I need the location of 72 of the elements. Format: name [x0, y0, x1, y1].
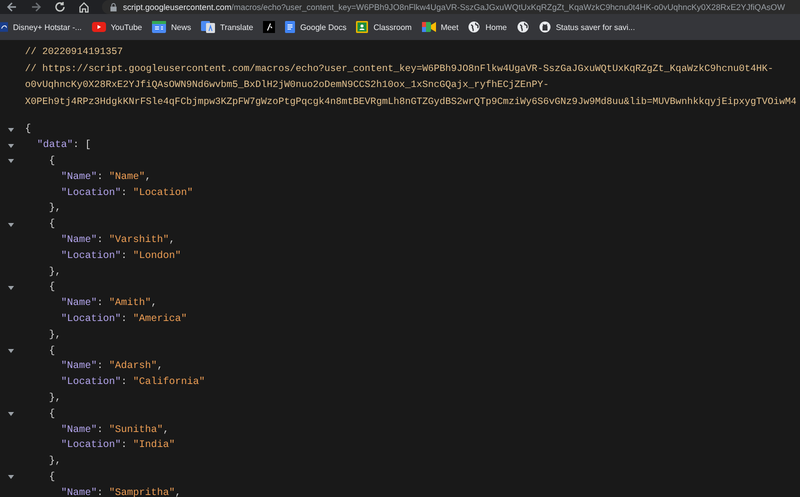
code-line: { [49, 219, 56, 230]
code-line: "Name": "Amith", [61, 298, 158, 310]
code-line: "Name": "Sampritha", [61, 488, 182, 497]
fold-toggle-icon[interactable] [8, 411, 14, 418]
forward-icon[interactable] [30, 1, 42, 13]
bookmark[interactable]: Classroom [356, 21, 412, 33]
fold-toggle-icon[interactable] [8, 142, 14, 149]
bookmark[interactable]: Google Docs [285, 21, 346, 33]
bookmark-label: News [171, 22, 192, 32]
comment-line: o0vUqhncKy0X28RxE2YJfiQAsOWN9Nd6wvbm5_BxDlH2jW0nuo2oDemN9CCS2h10ox_1xSncGQajx_ryfhECjZEnPY- [25, 78, 550, 92]
code-line: "Location": "California" [61, 377, 206, 388]
lock-icon [110, 2, 117, 12]
globe-icon [516, 21, 529, 33]
bookmark[interactable]: Disney+ Hotstar -... [0, 21, 82, 33]
back-icon[interactable] [6, 1, 18, 13]
code-line: "data": [ [37, 140, 92, 152]
fold-toggle-icon[interactable] [8, 222, 14, 228]
globe-icon [468, 21, 480, 33]
code-line: { [49, 472, 56, 483]
comment-line: X0PEh9tj4RPz3HdgkKNrFSle4qFCbjmpw3KZpFW7gWzoPtgPqcgk4n8mtBEVRgmLh8nGTZGydBS2wrQTp9CmziWy6S6vGNz9Jw9Md8uu&lib=MUVBwnhkkqyjEipxygTVOiwM4 [25, 94, 798, 108]
streaming-logo-icon [0, 21, 8, 33]
code-line: { [49, 156, 56, 167]
code-line: }, [49, 392, 62, 404]
bookmark[interactable]: Translate [201, 21, 254, 33]
bookmark-label: Disney+ Hotstar -... [13, 22, 82, 32]
fold-toggle-icon[interactable] [8, 474, 14, 480]
bookmark-label: Meet [440, 22, 458, 32]
code-line: }, [49, 456, 62, 468]
bookmark[interactable]: News [152, 21, 192, 33]
bookmark[interactable]: YouTube [92, 22, 142, 32]
bookmark-label: YouTube [110, 22, 142, 32]
code-line: }, [49, 330, 62, 341]
code-line: "Location": "America" [61, 314, 188, 325]
news-icon [152, 21, 166, 33]
fold-toggle-icon[interactable] [8, 348, 14, 354]
bookmark-label: Status saver for savi... [556, 22, 635, 32]
bookmark[interactable] [516, 21, 529, 33]
code-line: { [49, 408, 56, 420]
bookmark-label: Google Docs [300, 22, 346, 32]
code-line: "Name": "Name", [61, 172, 152, 183]
comment-line: // 20220914191357 [25, 45, 124, 59]
fold-toggle-icon[interactable] [8, 126, 14, 133]
bookmark-label: Translate [220, 22, 254, 32]
bookmark[interactable]: Home [468, 21, 507, 33]
slash-logo-icon [263, 21, 276, 33]
code-line: "Location": "Location" [61, 188, 194, 199]
code-line: "Name": "Sunitha", [61, 424, 170, 436]
code-line: { [49, 282, 56, 294]
comment-line: // https://script.googleusercontent.com/macros/echo?user_content_key=W6PBh9JO8nFlkw4UgaVR-SszGaJGxuWQtUxKqRZgZt_KqaWzkC9hcnu0t4HK- [25, 62, 774, 76]
bookmark[interactable] [263, 21, 276, 33]
code-line: "Name": "Varshith", [61, 234, 176, 246]
fold-toggle-icon[interactable] [8, 284, 14, 291]
bookmark-label: Home [485, 22, 507, 32]
camera-icon [422, 22, 436, 32]
code-line: }, [49, 203, 62, 214]
bookmark[interactable]: Meet [422, 22, 458, 32]
bookmark-label: Classroom [373, 22, 412, 32]
code-line: }, [49, 266, 62, 278]
board-icon [356, 21, 368, 33]
bookmark[interactable]: Status saver for savi... [538, 21, 635, 33]
home-icon[interactable] [78, 1, 90, 13]
code-line: { [49, 346, 56, 357]
code-line: "Location": "India" [61, 440, 176, 452]
document-icon [285, 21, 296, 33]
code-line: "Location": "London" [61, 250, 182, 262]
code-line: { [25, 124, 32, 136]
play-icon [92, 22, 106, 32]
translate-icon [201, 21, 216, 33]
fold-toggle-icon[interactable] [8, 158, 14, 164]
code-line: "Name": "Adarsh", [61, 361, 164, 372]
address-bar[interactable]: script.googleusercontent.com/macros/echo?user_content_key=W6PBh9JO8nFlkw4UgaVR-SszGaJGxuWQtUxKqRZgZt_KqaWzkC9hcnu0t4HK-o0vUqhncKy0X28RxE2YJfiQAsOW [102, 0, 800, 14]
reload-icon[interactable] [54, 1, 66, 13]
